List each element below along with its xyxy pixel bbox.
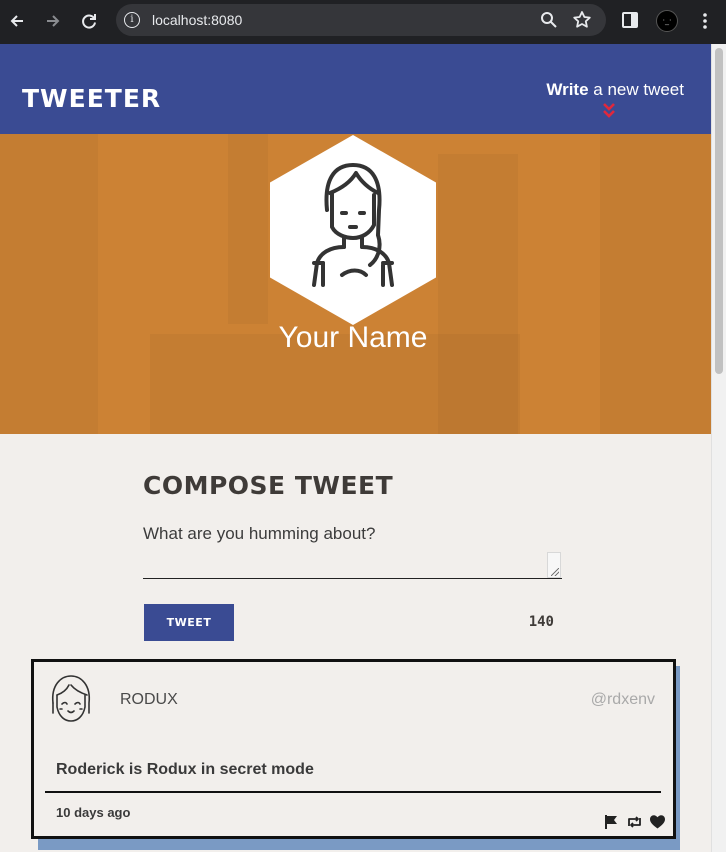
top-nav-bar: TWEETER Write a new tweet [0, 44, 711, 134]
scrollbar-thumb[interactable] [715, 48, 723, 374]
tweet-card[interactable]: RODUX @rdxenv Roderick is Rodux in secre… [31, 659, 676, 839]
compose-title: Compose Tweet [143, 471, 394, 500]
tweet-actions [603, 814, 666, 830]
side-panel-icon[interactable] [622, 12, 638, 28]
tweet-divider [45, 791, 661, 793]
profile-avatar[interactable]: ·_· [656, 10, 678, 32]
write-link-rest: a new tweet [588, 80, 684, 99]
address-url[interactable]: localhost:8080 [152, 10, 242, 30]
tweet-timestamp: 10 days ago [56, 805, 131, 820]
write-new-tweet-link[interactable]: Write a new tweet [546, 80, 684, 100]
magnifier-icon[interactable] [538, 9, 560, 31]
tweet-handle: @rdxenv [590, 691, 655, 708]
flag-icon[interactable] [603, 814, 620, 830]
profile-name: Your Name [278, 321, 428, 354]
page: TWEETER Write a new tweet Your Name COMP… [0, 44, 711, 852]
write-link-bold: Write [546, 80, 589, 99]
compose-tweet-input[interactable] [143, 522, 562, 579]
app-logo[interactable]: TWEETER [22, 84, 161, 114]
tweet-content: Roderick is Rodux in secret mode [56, 761, 314, 778]
info-icon[interactable]: i [124, 12, 140, 28]
kebab-menu-icon[interactable] [694, 10, 716, 32]
user-avatar-icon [51, 675, 91, 722]
forward-icon[interactable] [42, 10, 64, 32]
textarea-resize-handle[interactable] [547, 552, 561, 578]
profile-hero: Your Name [0, 134, 711, 434]
browser-toolbar: i localhost:8080 ·_· [0, 0, 726, 44]
back-icon[interactable] [6, 10, 28, 32]
page-scrollbar[interactable] [711, 44, 726, 852]
address-bar[interactable]: i localhost:8080 [116, 4, 606, 36]
star-icon[interactable] [571, 9, 593, 31]
tweet-button[interactable]: Tweet [144, 604, 234, 641]
character-counter: 140 [528, 614, 554, 630]
retweet-icon[interactable] [626, 814, 643, 830]
reload-icon[interactable] [78, 10, 100, 32]
profile-avatar-hexagon [270, 135, 436, 325]
heart-icon[interactable] [649, 814, 666, 830]
double-chevron-down-icon[interactable] [602, 102, 616, 120]
tweet-author: RODUX [120, 691, 178, 708]
